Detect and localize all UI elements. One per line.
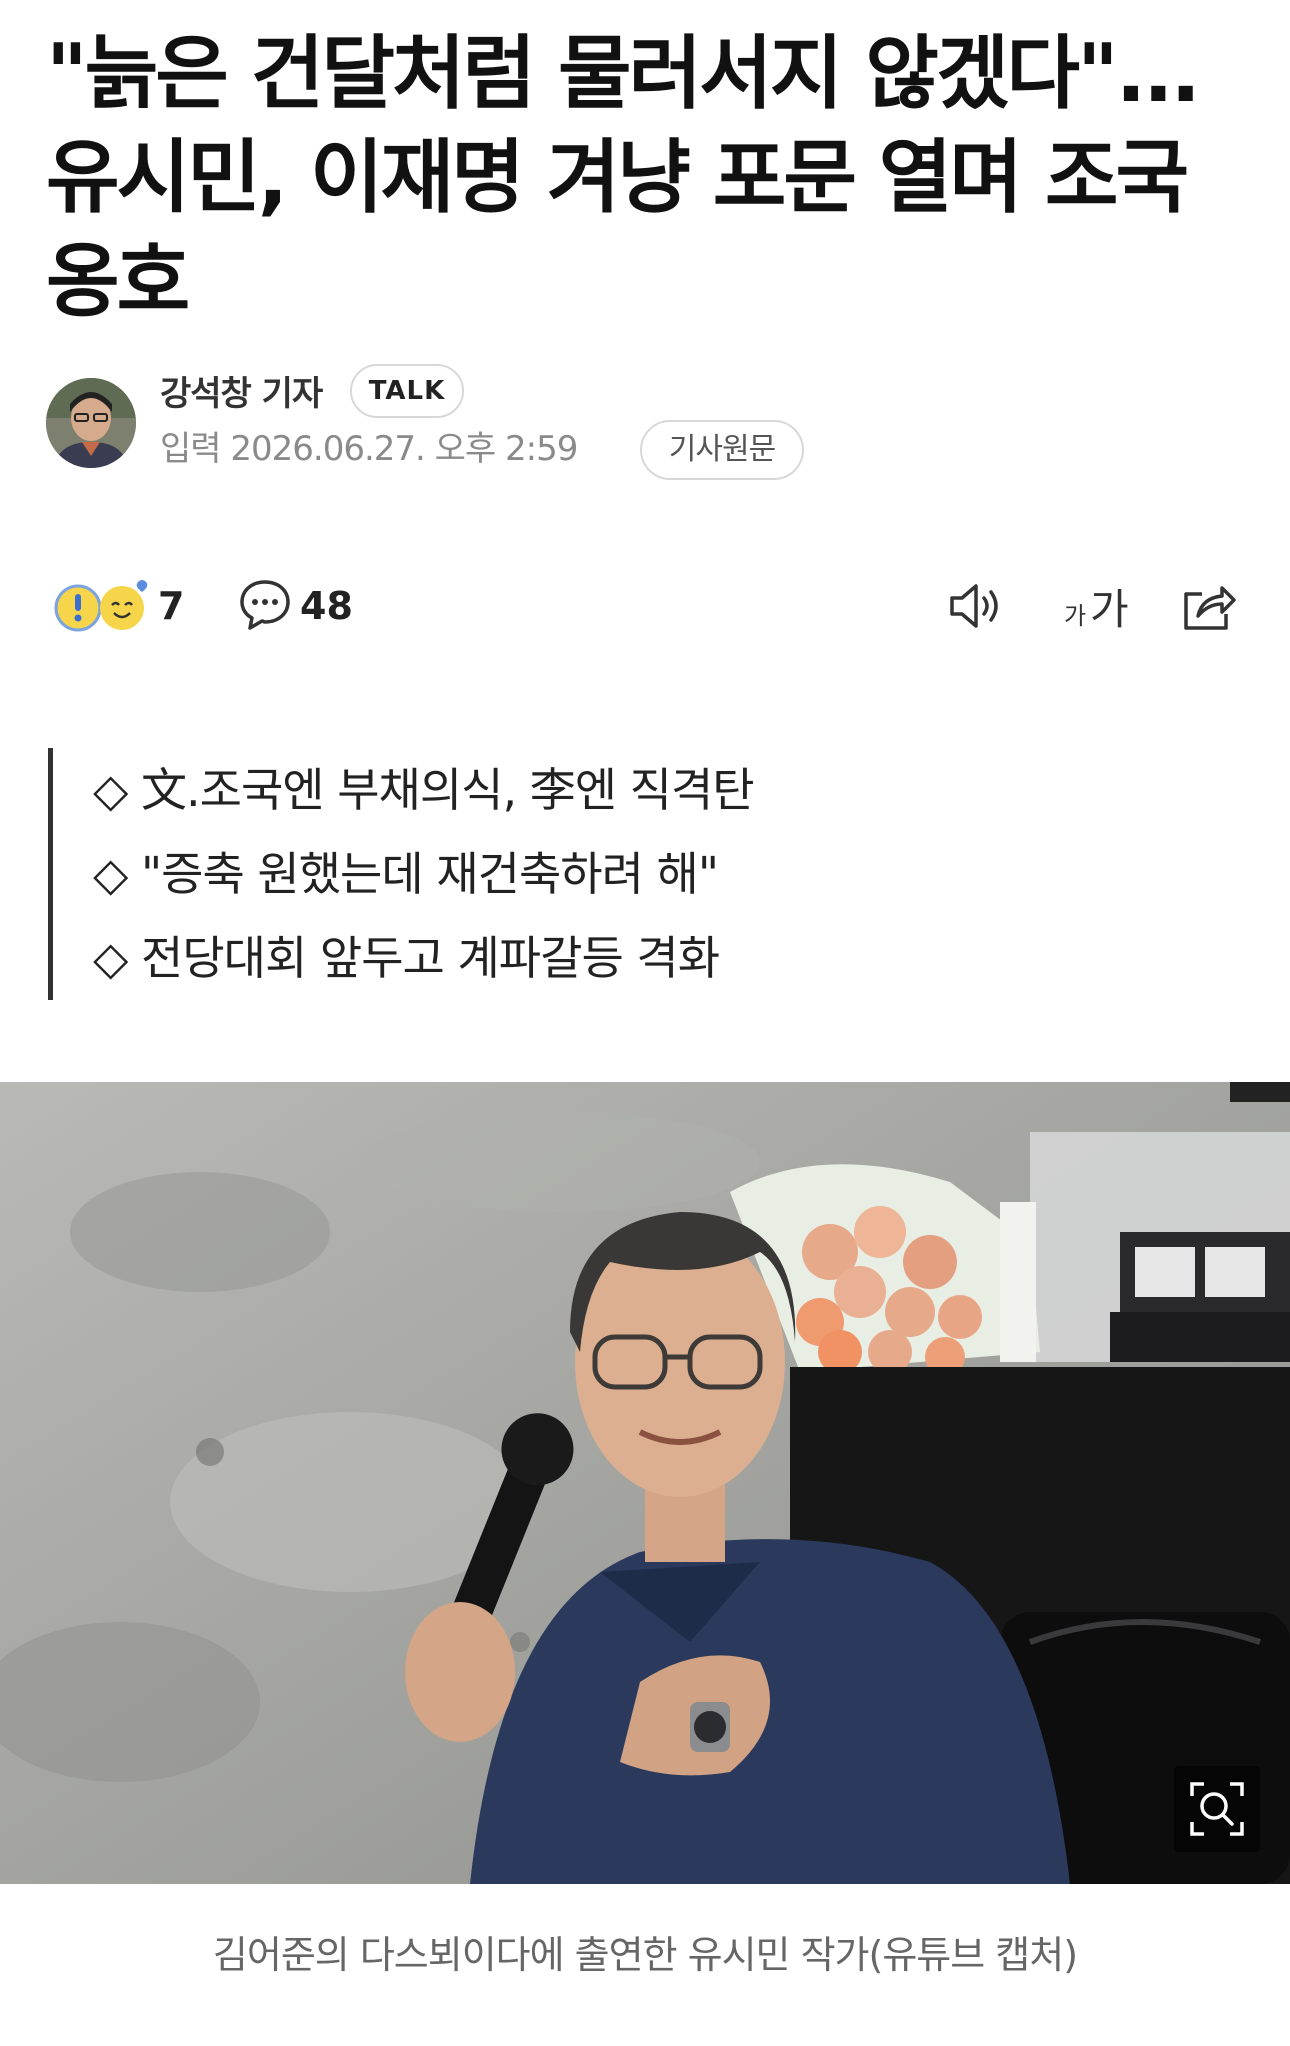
article-headline: "늙은 건달처럼 물러서지 않겠다"... 유시민, 이재명 겨냥 포문 열며 …: [46, 27, 1201, 328]
article-summary: ◇ 文.조국엔 부채의식, 李엔 직격탄 ◇ "증축 원했는데 재건축하려 해"…: [48, 748, 1148, 1000]
reaction-button[interactable]: [52, 578, 162, 634]
summary-item: ◇ "증축 원했는데 재건축하려 해": [93, 847, 719, 901]
photo-zoom-button[interactable]: [1174, 1766, 1260, 1852]
comment-button[interactable]: 48: [238, 576, 378, 636]
reaction-count: 7: [158, 584, 185, 628]
reporter-avatar[interactable]: [46, 378, 136, 468]
article-photo-image: [0, 1082, 1290, 1884]
summary-item: ◇ 文.조국엔 부채의식, 李엔 직격탄: [93, 763, 755, 817]
summary-item: ◇ 전당대회 앞두고 계파갈등 격화: [93, 931, 720, 985]
photo-caption: 김어준의 다스뵈이다에 출연한 유시민 작가(유튜브 캡처): [212, 1933, 1078, 1977]
reporter-name[interactable]: 강석창 기자: [160, 370, 323, 418]
article-photo[interactable]: [0, 1082, 1290, 1884]
zoom-icon: [1190, 1782, 1244, 1836]
publish-date: 입력 2026.06.27. 오후 2:59: [160, 429, 578, 469]
svg-text:가: 가: [1064, 602, 1086, 630]
share-button[interactable]: [1176, 574, 1240, 638]
comment-count: 48: [300, 584, 353, 628]
font-size-button[interactable]: 가 가: [1060, 574, 1140, 638]
svg-text:가: 가: [1090, 585, 1129, 634]
reaction-emoji-icon: [54, 580, 148, 632]
share-icon: [1184, 586, 1236, 630]
comment-icon: [240, 580, 290, 630]
text-to-speech-button[interactable]: [944, 574, 1008, 638]
font-size-icon: 가 가: [1064, 585, 1129, 634]
byline: 강석창 기자 TALK 입력 2026.06.27. 오후 2:59 기사원문: [46, 364, 1246, 488]
article-toolbar: 7 48 가 가: [0, 570, 1290, 640]
speaker-icon: [950, 584, 998, 628]
talk-button[interactable]: TALK: [350, 364, 464, 418]
original-article-button[interactable]: 기사원문: [640, 420, 804, 480]
